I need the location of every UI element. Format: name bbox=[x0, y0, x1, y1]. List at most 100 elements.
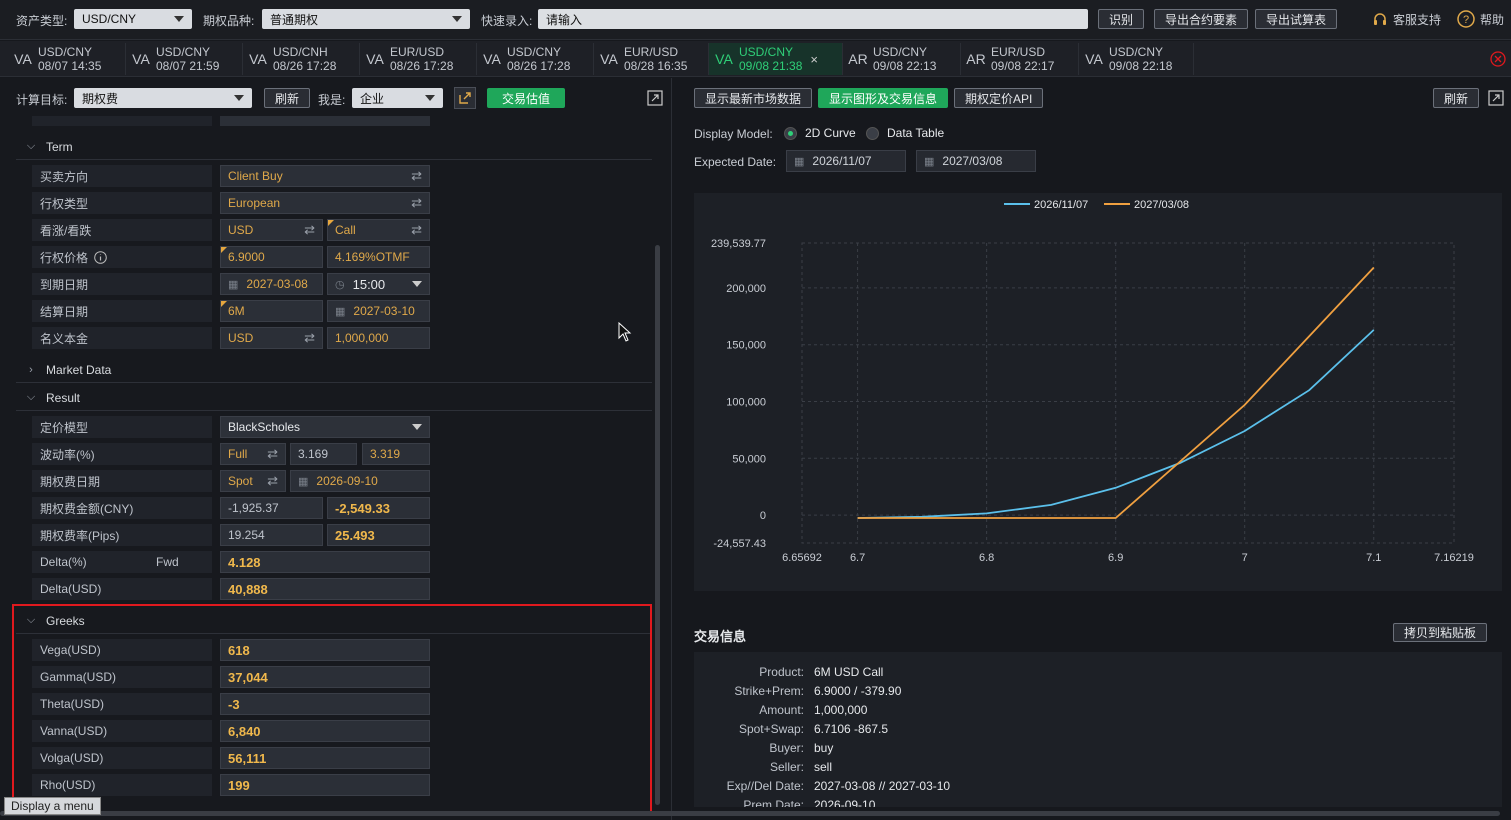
notional-ccy-field[interactable]: USD ⇄ bbox=[220, 327, 323, 349]
asset-type-select[interactable]: USD/CNY bbox=[74, 9, 192, 29]
tab-info: USD/CNY 09/08 21:38 bbox=[739, 45, 802, 73]
tab-code: VA bbox=[483, 51, 501, 67]
show-market-button[interactable]: 显示最新市场数据 bbox=[694, 88, 813, 108]
tab-7[interactable]: VA USD/CNY 09/08 21:38 × bbox=[709, 43, 843, 75]
callput-ccy-field[interactable]: USD ⇄ bbox=[220, 219, 323, 241]
quick-entry-input[interactable]: 请输入 bbox=[538, 9, 1088, 29]
tab-pair: USD/CNY bbox=[156, 45, 211, 59]
tab-pair: EUR/USD bbox=[991, 45, 1046, 59]
valuate-button[interactable]: 交易估值 bbox=[487, 88, 565, 108]
radio-2d-curve[interactable]: 2D Curve bbox=[784, 126, 856, 140]
tab-6[interactable]: VA EUR/USD 08/28 16:35 bbox=[594, 43, 709, 75]
swap-icon[interactable]: ⇄ bbox=[304, 330, 315, 346]
settle-date-picker[interactable]: ▦ 2027-03-10 bbox=[327, 300, 430, 322]
close-all-icon[interactable] bbox=[1490, 51, 1506, 67]
pricing-api-button[interactable]: 期权定价API bbox=[954, 88, 1044, 108]
term-section-header[interactable]: ⌵ Term bbox=[16, 134, 652, 160]
help-link[interactable]: ? 帮助 bbox=[1457, 10, 1504, 28]
result-section-header[interactable]: ⌵ Result bbox=[16, 385, 652, 411]
swap-icon[interactable]: ⇄ bbox=[304, 222, 315, 238]
swap-icon[interactable]: ⇄ bbox=[411, 222, 422, 238]
trade-info-row: Seller: sell bbox=[694, 757, 1502, 776]
tab-2[interactable]: VA USD/CNY 08/07 21:59 bbox=[126, 43, 243, 75]
tab-time: 09/08 22:18 bbox=[1109, 59, 1173, 73]
right-refresh-button[interactable]: 刷新 bbox=[1433, 88, 1480, 108]
settle-tenor-input[interactable]: 6M bbox=[220, 300, 323, 322]
premdate-mode-field[interactable]: Spot ⇄ bbox=[220, 470, 286, 492]
tab-5[interactable]: VA USD/CNY 08/26 17:28 bbox=[477, 43, 594, 75]
expiry-time-value: 15:00 bbox=[352, 276, 386, 292]
notional-amount-value: 1,000,000 bbox=[335, 331, 389, 345]
notional-amount-input[interactable]: 1,000,000 bbox=[327, 327, 430, 349]
tab-close-icon[interactable]: × bbox=[810, 52, 818, 67]
expected-date-2-picker[interactable]: ▦ 2027/03/08 bbox=[916, 150, 1036, 172]
chart-panel: 6.65692 6.7 6.8 6.9 7 7.1 7.16219 239,539.77 200… bbox=[694, 193, 1502, 591]
model-select[interactable]: BlackScholes bbox=[220, 416, 430, 438]
calc-refresh-button[interactable]: 刷新 bbox=[264, 88, 311, 108]
swap-icon[interactable]: ⇄ bbox=[411, 168, 422, 184]
settle-label: 结算日期 bbox=[32, 300, 212, 322]
vol-mode-field[interactable]: Full ⇄ bbox=[220, 443, 286, 465]
tab-3[interactable]: VA USD/CNH 08/26 17:28 bbox=[243, 43, 360, 75]
radio-data-table[interactable]: Data Table bbox=[866, 126, 944, 140]
tab-8[interactable]: AR USD/CNY 09/08 22:13 bbox=[843, 43, 961, 75]
strike-value: 6.9000 bbox=[228, 250, 265, 264]
delta-pct-label-text: Delta(%) bbox=[40, 555, 87, 569]
calc-target-select[interactable]: 期权费 bbox=[74, 88, 252, 108]
role-select[interactable]: 企业 bbox=[352, 88, 443, 108]
copy-clipboard-button[interactable]: 拷贝到粘贴板 bbox=[1393, 623, 1488, 642]
left-scrollbar[interactable] bbox=[655, 245, 660, 805]
info-icon[interactable] bbox=[94, 250, 107, 264]
premdate-mode-value: Spot bbox=[228, 474, 253, 488]
option-type-select[interactable]: 普通期权 bbox=[262, 9, 470, 29]
tab-pair: USD/CNY bbox=[1109, 45, 1164, 59]
callput-type-field[interactable]: Call ⇄ bbox=[327, 219, 430, 241]
y-tick-label: 150,000 bbox=[726, 340, 766, 352]
premdate-date-picker[interactable]: ▦ 2026-09-10 bbox=[290, 470, 430, 492]
tab-pair: USD/CNY bbox=[739, 45, 794, 59]
chevron-down-icon bbox=[412, 424, 422, 430]
radio-unchecked-icon bbox=[866, 126, 879, 140]
radio-checked-icon bbox=[784, 126, 797, 140]
tab-1[interactable]: VA USD/CNY 08/07 14:35 bbox=[8, 43, 126, 75]
expiry-time-select[interactable]: ◷ 15:00 bbox=[327, 273, 430, 295]
expiry-date-picker[interactable]: ▦ 2027-03-08 bbox=[220, 273, 323, 295]
strike-input[interactable]: 6.9000 bbox=[220, 246, 323, 268]
premamt-ask-value: -2,549.33 bbox=[327, 497, 430, 519]
payoff-chart: 6.65692 6.7 6.8 6.9 7 7.1 7.16219 239,539.77 200… bbox=[711, 199, 1474, 564]
tab-10[interactable]: VA USD/CNY 09/08 22:18 bbox=[1079, 43, 1194, 75]
trade-info-row: Exp//Del Date: 2027-03-08 // 2027-03-10 bbox=[694, 776, 1502, 795]
vol-label: 波动率(%) bbox=[32, 443, 212, 465]
recognize-button[interactable]: 识别 bbox=[1098, 9, 1145, 29]
export-elements-button[interactable]: 导出合约要素 bbox=[1154, 9, 1249, 29]
support-link[interactable]: 客服支持 bbox=[1372, 11, 1441, 28]
tab-code: VA bbox=[600, 51, 618, 67]
trade-info-value: 2027-03-08 // 2027-03-10 bbox=[814, 778, 951, 793]
model-label: 定价模型 bbox=[32, 416, 212, 438]
export-calc-button[interactable]: 导出试算表 bbox=[1255, 9, 1338, 29]
y-tick-label: 50,000 bbox=[732, 453, 766, 465]
expected-date-1-picker[interactable]: ▦ 2026/11/07 bbox=[786, 150, 906, 172]
export-icon[interactable] bbox=[454, 87, 476, 109]
exercise-field[interactable]: European ⇄ bbox=[220, 192, 430, 214]
direction-field[interactable]: Client Buy ⇄ bbox=[220, 165, 430, 187]
trade-info-row: Prem Date: 2026-09-10 bbox=[694, 795, 1502, 808]
show-graph-button[interactable]: 显示图形及交易信息 bbox=[818, 88, 949, 108]
swap-icon[interactable]: ⇄ bbox=[411, 195, 422, 211]
expand-icon[interactable] bbox=[1488, 90, 1504, 106]
tab-4[interactable]: VA EUR/USD 08/26 17:28 bbox=[360, 43, 477, 75]
strike-otm-input[interactable]: 4.169%OTMF bbox=[327, 246, 430, 268]
trade-info-value: 6M USD Call bbox=[814, 664, 884, 679]
market-section-header[interactable]: › Market Data bbox=[16, 357, 652, 383]
premrate-bid-text: 19.254 bbox=[228, 528, 265, 542]
role-label: 我是: bbox=[318, 93, 346, 107]
tab-info: USD/CNH 08/26 17:28 bbox=[273, 45, 336, 73]
vol-bid-input[interactable]: 3.169 bbox=[290, 443, 357, 465]
horizontal-scrollbar[interactable] bbox=[0, 811, 1500, 816]
expand-icon[interactable] bbox=[647, 90, 663, 106]
tab-code: AR bbox=[848, 51, 868, 67]
tab-9[interactable]: AR EUR/USD 09/08 22:17 bbox=[961, 43, 1079, 75]
swap-icon[interactable]: ⇄ bbox=[267, 446, 278, 462]
vol-ask-input[interactable]: 3.319 bbox=[362, 443, 430, 465]
swap-icon[interactable]: ⇄ bbox=[267, 473, 278, 489]
